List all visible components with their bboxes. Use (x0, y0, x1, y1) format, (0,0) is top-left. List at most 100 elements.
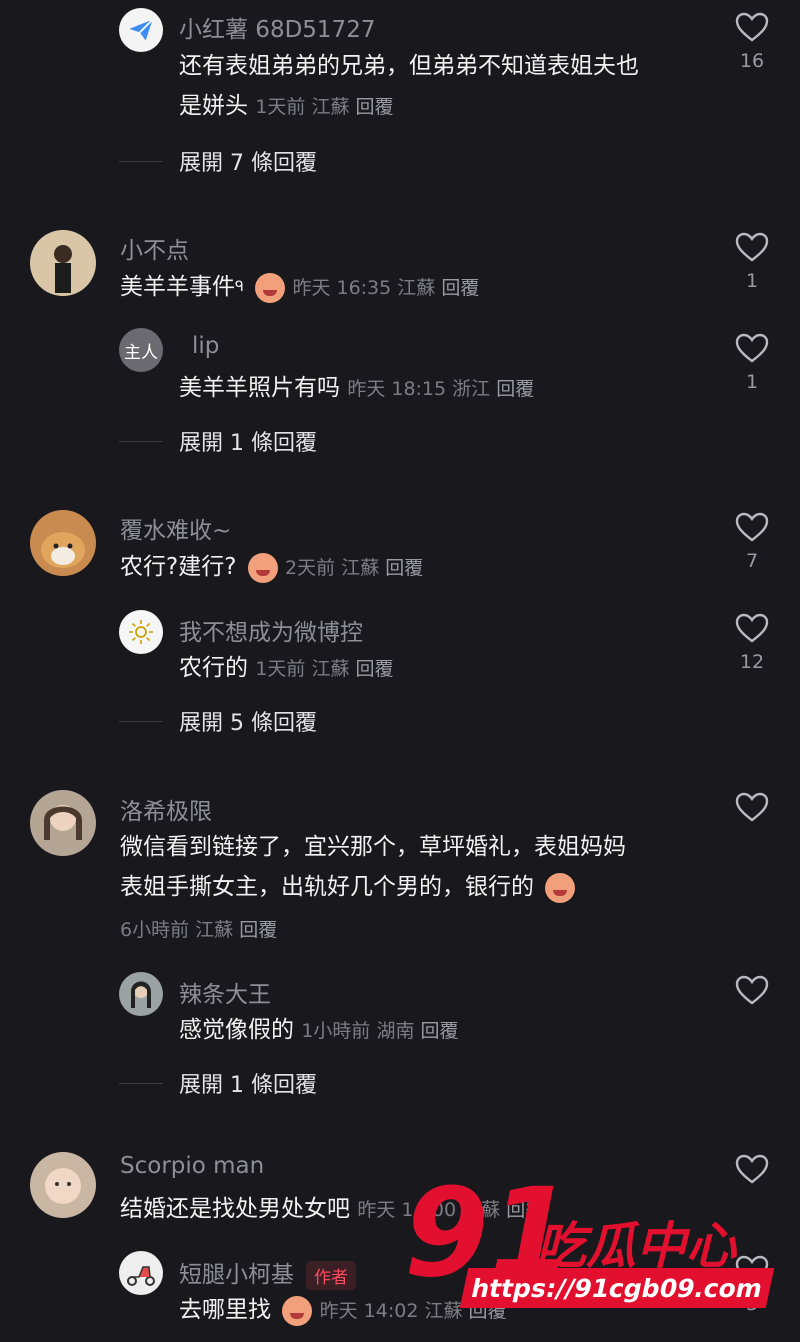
reply-time: 昨天 14:02 (319, 1300, 419, 1322)
crying-emoji-icon (282, 1295, 313, 1326)
avatar[interactable] (119, 972, 163, 1016)
comment-location: 江蘇 (397, 277, 436, 299)
expand-replies[interactable]: 展開 7 條回覆 (119, 145, 317, 177)
comment-text-line: 是姘头 1天前 江蘇 回覆 (179, 93, 394, 119)
avatar[interactable] (119, 1251, 163, 1295)
reply-text: 美羊羊照片有吗 (179, 375, 340, 401)
heart-icon (735, 792, 769, 822)
comment-text: 美羊羊事件 (120, 274, 235, 300)
reply-button[interactable]: 回覆 (506, 1199, 544, 1221)
comment-location: 江蘇 (462, 1199, 501, 1221)
like-button[interactable] (730, 975, 774, 1005)
reply-button[interactable]: 回覆 (469, 1300, 507, 1322)
reply-text: 农行的 (179, 655, 248, 681)
divider (119, 720, 163, 722)
screaming-emoji-icon (545, 872, 576, 903)
reply-location: 湖南 (376, 1020, 415, 1042)
like-button[interactable]: 16 (730, 12, 774, 72)
reply-author[interactable]: 辣条大王 (179, 975, 271, 1009)
heart-icon (735, 12, 769, 42)
reply-time: 1天前 (255, 658, 306, 680)
expand-replies[interactable]: 展開 5 條回覆 (119, 705, 317, 737)
avatar[interactable] (30, 790, 96, 856)
heart-icon (735, 232, 769, 262)
like-button[interactable]: 3 (730, 1255, 774, 1315)
reply-author[interactable]: lip (192, 333, 219, 359)
like-count: 7 (745, 550, 759, 572)
comment-location: 江蘇 (195, 919, 234, 941)
paper-plane-icon (129, 18, 154, 41)
like-button[interactable]: 1 (730, 232, 774, 292)
expand-replies-label: 展開 7 條回覆 (179, 151, 317, 176)
heart-icon (735, 613, 769, 643)
heart-icon (735, 333, 769, 363)
comment-time: 昨天 16:35 (292, 277, 392, 299)
comment-author[interactable]: 小红薯 68D51727 (179, 10, 375, 44)
like-button[interactable]: 12 (730, 613, 774, 673)
reply-button[interactable]: 回覆 (496, 378, 534, 400)
person-photo-icon (54, 245, 72, 293)
avatar[interactable] (30, 510, 96, 576)
expand-replies-label: 展開 5 條回覆 (179, 711, 317, 736)
person-photo-icon (131, 981, 151, 1008)
comment-time: 昨天 14:00 (357, 1199, 457, 1221)
comment-author[interactable]: 小不点 (120, 231, 189, 265)
reply-text-line: 感觉像假的 1小時前 湖南 回覆 (179, 1010, 459, 1051)
comment-text-line: 微信看到链接了，宜兴那个，草坪婚礼，表姐妈妈 (120, 834, 626, 860)
reply-text-line: 美羊羊照片有吗 昨天 18:15 浙江 回覆 (179, 368, 534, 409)
heart-icon (735, 975, 769, 1005)
reply-author[interactable]: 我不想成为微博控 (179, 613, 363, 647)
like-button[interactable]: 1 (730, 333, 774, 393)
comment-time: 6小時前 (120, 919, 190, 941)
comment-text: 农行?建行? (120, 554, 237, 580)
blushing-emoji-icon (247, 552, 278, 583)
avatar[interactable] (30, 1152, 96, 1218)
comment-meta: 6小時前 江蘇 回覆 (120, 910, 277, 950)
like-count: 3 (745, 1293, 759, 1315)
expand-replies-label: 展開 1 條回覆 (179, 1073, 317, 1098)
reply-author[interactable]: 短腿小柯基 作者 (179, 1255, 356, 1290)
crying-emoji-icon (255, 272, 286, 303)
comment-text-line: 结婚还是找处男处女吧 昨天 14:00 江蘇 回覆 (120, 1189, 544, 1230)
scooter-icon (127, 1266, 155, 1286)
dog-photo-icon (41, 532, 85, 568)
like-button[interactable] (730, 1154, 774, 1184)
baby-photo-icon (45, 1168, 81, 1204)
comment-text-line: 农行?建行? 2天前 江蘇 回覆 (120, 547, 423, 588)
avatar[interactable] (119, 8, 163, 52)
reply-button[interactable]: 回覆 (441, 277, 479, 299)
comment-location: 江蘇 (311, 96, 350, 118)
heart-icon (735, 512, 769, 542)
avatar[interactable] (119, 610, 163, 654)
reply-button[interactable]: 回覆 (356, 658, 394, 680)
author-badge: 作者 (306, 1261, 356, 1290)
watermark-text: 吃瓜中心 (536, 1217, 736, 1275)
reply-location: 浙江 (452, 378, 491, 400)
reply-button[interactable]: 回覆 (385, 557, 423, 579)
reply-button[interactable]: 回覆 (356, 96, 394, 118)
heart-icon (735, 1154, 769, 1184)
expand-replies[interactable]: 展開 1 條回覆 (119, 425, 317, 457)
reply-time: 1小時前 (301, 1020, 371, 1042)
comment-location: 江蘇 (341, 557, 380, 579)
like-button[interactable] (730, 792, 774, 822)
reply-text-line: 农行的 1天前 江蘇 回覆 (179, 648, 394, 689)
reply-text: 去哪里找 (179, 1297, 271, 1323)
comment-time: 1天前 (255, 96, 306, 118)
reply-button[interactable]: 回覆 (421, 1020, 459, 1042)
comment-author[interactable]: 覆水难收~ (120, 511, 231, 545)
expand-replies[interactable]: 展開 1 條回覆 (119, 1067, 317, 1099)
comment-author[interactable]: 洛希极限 (120, 792, 212, 826)
reply-location: 江蘇 (424, 1300, 463, 1322)
avatar[interactable] (30, 230, 96, 296)
like-button[interactable]: 7 (730, 512, 774, 572)
reply-text: 感觉像假的 (179, 1017, 294, 1043)
comment-text-line: 表姐手撕女主，出轨好几个男的，银行的 (120, 867, 576, 907)
avatar[interactable]: 主人 (119, 328, 163, 372)
reply-button[interactable]: 回覆 (239, 919, 277, 941)
comment-text: 结婚还是找处男处女吧 (120, 1196, 350, 1222)
comment-text-line: 还有表姐弟弟的兄弟，但弟弟不知道表姐夫也 (179, 53, 639, 79)
reply-text-line: 去哪里找 昨天 14:02 江蘇 回覆 (179, 1290, 507, 1331)
comment-author[interactable]: Scorpio man (120, 1153, 264, 1179)
avatar-text: 主人 (124, 342, 158, 363)
